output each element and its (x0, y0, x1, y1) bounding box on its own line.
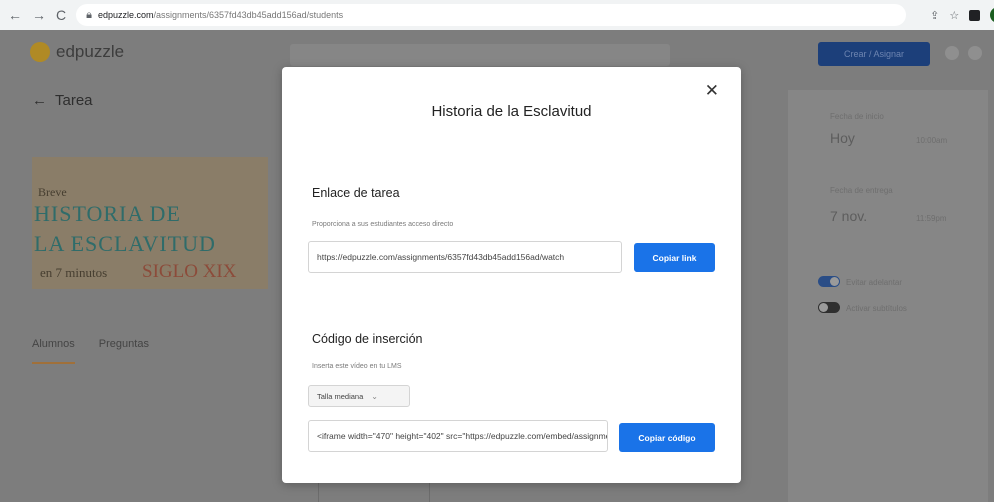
reload-icon[interactable]: C (56, 7, 66, 23)
logo-icon (30, 42, 50, 62)
logo-text: edpuzzle (56, 42, 125, 61)
assignment-settings-panel: Fecha de inicio Hoy 10:00am Fecha de ent… (788, 90, 988, 502)
content-tabs: Alumnos Preguntas (32, 338, 149, 364)
background-footer-element (318, 482, 430, 502)
share-icon[interactable]: ⇪ (930, 9, 939, 22)
back-link[interactable]: ← Tarea (32, 92, 93, 109)
captions-toggle[interactable] (818, 302, 840, 313)
assign-button[interactable]: Crear / Asignar (818, 42, 930, 66)
profile-avatar[interactable] (990, 7, 994, 23)
due-time-value[interactable]: 11:59pm (916, 214, 947, 223)
embed-code-field[interactable]: <iframe width="470" height="402" src="ht… (308, 420, 608, 452)
captions-label: Activar subtítulos (846, 304, 907, 313)
chevron-down-icon: ⌄ (371, 391, 378, 401)
tab-questions[interactable]: Preguntas (99, 338, 149, 364)
back-label: Tarea (55, 92, 93, 109)
forward-arrow-icon[interactable]: → (32, 7, 46, 23)
extension-icon[interactable] (969, 9, 981, 21)
size-select-value: Talla mediana (317, 391, 364, 401)
thumbnail-text: Breve (38, 185, 67, 199)
address-host: edpuzzle.com (97, 10, 154, 20)
close-icon[interactable]: ✕ (705, 81, 719, 101)
star-icon[interactable]: ☆ (949, 9, 959, 22)
tab-students[interactable]: Alumnos (32, 338, 75, 364)
due-date-label: Fecha de entrega (830, 186, 893, 195)
assignment-link-title: Enlace de tarea (312, 186, 400, 200)
assignment-link-field[interactable]: https://edpuzzle.com/assignments/6357fd4… (308, 241, 622, 273)
start-time-value[interactable]: 10:00am (916, 136, 947, 145)
embed-code-title: Código de inserción (312, 332, 423, 346)
address-path: /assignments/6357fd43db45add156ad/studen… (153, 10, 344, 20)
address-bar[interactable]: 🔒︎ edpuzzle.com/assignments/6357fd43db45… (76, 4, 907, 26)
size-select[interactable]: Talla mediana ⌄ (308, 385, 410, 407)
start-date-value[interactable]: Hoy (830, 130, 855, 146)
modal-title: Historia de la Esclavitud (431, 103, 592, 120)
thumbnail-text: HISTORIA DE (34, 201, 181, 226)
thumbnail-text: SIGLO XIX (142, 261, 237, 282)
prevent-skipping-toggle[interactable] (818, 276, 840, 287)
account-icon[interactable] (968, 46, 982, 60)
copy-link-button[interactable]: Copiar link (634, 243, 715, 272)
help-icon[interactable] (945, 46, 959, 60)
edpuzzle-logo[interactable]: edpuzzle (30, 42, 124, 62)
thumbnail-text: LA ESCLAVITUD (34, 231, 216, 256)
video-thumbnail[interactable]: Breve HISTORIA DE LA ESCLAVITUD en 7 min… (32, 157, 268, 289)
lock-icon: 🔒︎ (86, 8, 92, 21)
due-date-value[interactable]: 7 nov. (830, 208, 867, 224)
thumbnail-text: en 7 minutos (40, 265, 108, 280)
assignment-link-hint: Proporciona a sus estudiantes acceso dir… (312, 221, 454, 228)
browser-toolbar: ← → C 🔒︎ edpuzzle.com/assignments/6357fd… (0, 0, 994, 30)
back-arrow-icon: ← (32, 92, 47, 109)
search-bar[interactable] (290, 44, 670, 66)
share-assignment-modal: ✕ Historia de la Esclavitud Enlace de ta… (282, 67, 741, 483)
start-date-label: Fecha de inicio (830, 112, 884, 121)
back-arrow-icon[interactable]: ← (8, 7, 22, 23)
prevent-skipping-label: Evitar adelantar (846, 278, 903, 287)
copy-code-button[interactable]: Copiar código (619, 423, 715, 452)
embed-code-hint: Inserta este vídeo en tu LMS (312, 363, 402, 370)
